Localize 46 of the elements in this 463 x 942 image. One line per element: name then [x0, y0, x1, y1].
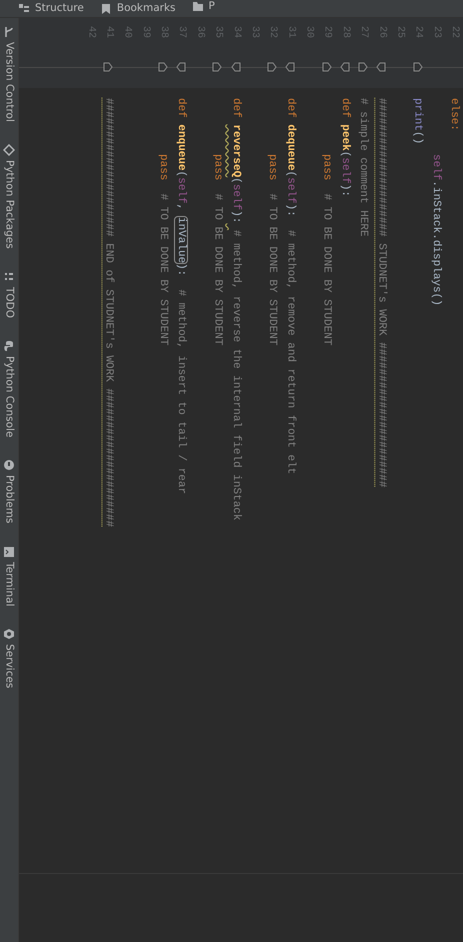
folder-icon	[192, 0, 204, 12]
code-line: def reverseQ(self): # method, reverse the internal field inStack	[228, 98, 243, 522]
tool-window-tab[interactable]: Terminal	[3, 546, 15, 606]
code-line: self.inStack.displays()	[428, 153, 443, 308]
tool-window-tab[interactable]: Bookmarks	[100, 0, 176, 17]
diamond-icon	[3, 144, 15, 156]
code-line: print()	[410, 98, 425, 146]
fold-icon[interactable]	[376, 62, 386, 72]
tool-window-tab[interactable]: Problems	[3, 459, 15, 524]
structure-icon	[18, 2, 30, 14]
tool-window-tab[interactable]: Version Control	[3, 26, 15, 122]
python-icon	[3, 340, 15, 352]
code-line: pass # TO BE DONE BY STUDENT	[265, 153, 280, 348]
fold-icon[interactable]	[212, 62, 222, 72]
fold-icon[interactable]	[322, 62, 332, 72]
tool-window-tab[interactable]: Python Packages	[3, 144, 15, 249]
code-line: def peek(self):	[338, 98, 352, 200]
code-line: ##################### END of STUDNET's WORK #####################	[101, 98, 116, 530]
fold-icon[interactable]	[340, 62, 350, 72]
fold-icon[interactable]	[267, 62, 278, 72]
tool-window-tab[interactable]: Services	[3, 628, 15, 688]
problems-icon	[3, 459, 15, 472]
fold-icon[interactable]	[158, 62, 168, 72]
code-line: ##################### STUDNET's WORK ######################	[374, 98, 388, 490]
code-line: pass # TO BE DONE BY STUDENT	[156, 153, 170, 348]
fold-icon[interactable]	[176, 62, 186, 72]
code-line: pass # TO BE DONE BY STUDENT	[320, 153, 334, 348]
branch-icon	[3, 26, 15, 38]
fold-icon[interactable]	[230, 62, 241, 72]
code-line: else:	[447, 98, 461, 134]
bookmark-icon	[100, 2, 112, 14]
list-icon	[3, 270, 15, 283]
fold-icon[interactable]	[358, 62, 368, 72]
hexagon-icon	[3, 628, 15, 640]
tool-window-tab[interactable]: TODO	[3, 270, 15, 318]
tool-window-tab[interactable]: Python Console	[3, 340, 15, 438]
fold-icon[interactable]	[103, 62, 114, 72]
code-line: pass # TO BE DONE BY STUDENT	[210, 153, 225, 348]
tool-window-tab[interactable]: Structure	[18, 0, 84, 17]
code-line: def dequeue(self): # method, remove and return front elt	[283, 98, 298, 476]
fold-icon[interactable]	[285, 62, 296, 72]
tool-window-tab[interactable]: P	[192, 0, 215, 12]
fold-icon[interactable]	[412, 62, 423, 72]
code-line: # simple comment HERE	[356, 98, 370, 239]
code-line: def enqueue(self, inValue): # method, insert to tail / rear	[174, 98, 188, 496]
terminal-icon	[3, 546, 15, 558]
